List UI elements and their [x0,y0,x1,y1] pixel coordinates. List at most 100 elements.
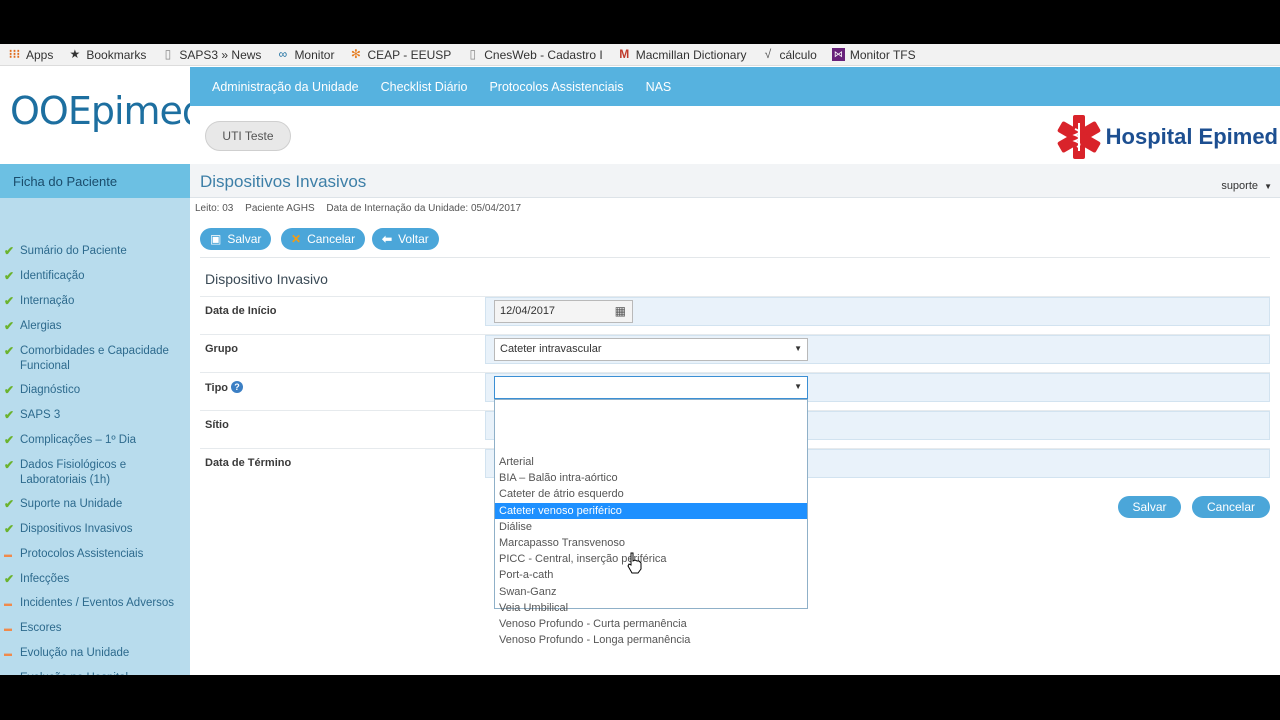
sidebar-item-label: Identificação [20,270,85,282]
cancel-button[interactable]: ✕ Cancelar [281,228,366,250]
sidebar-item[interactable]: ▬ Evolução na Unidade [4,646,188,661]
check-icon: ✔ [4,497,15,511]
sidebar-item[interactable]: ▬Evolução no Hospital [4,671,188,675]
sidebar-item-label: Complicações – 1º Dia [20,434,137,446]
dropdown-option[interactable]: Cateter de átrio esquerdo [495,486,807,502]
sidebar-item[interactable]: ▬ Escores [4,621,188,636]
type-label-text: Tipo [205,382,229,394]
browser-viewport: ⁝⁝⁝ Apps ★ Bookmarks ▯ SAPS3 » News ∞ Monito… [0,44,1280,675]
sidebar-item-label: Alergias [20,320,62,332]
bookmark-label: cálculo [779,47,817,62]
apps-grid-icon: ⁝⁝⁝ [8,47,21,61]
check-icon: ✔ [4,433,15,447]
star-icon: ★ [69,47,81,61]
unit-row: UTI Teste Hospital Epimed [190,106,1280,164]
sidebar-item[interactable]: ✔ Comorbidades e Capacidade Funcional [4,344,188,374]
bookmark-monitor[interactable]: ∞ Monitor [276,47,335,62]
sidebar-item[interactable]: ▬ Protocolos Assistenciais [4,547,188,562]
save-button[interactable]: ▣ Salvar [200,228,272,250]
page-icon: ▯ [469,47,477,61]
user-menu[interactable]: suporte ▼ [1221,180,1272,192]
bookmark-calculo[interactable]: √ cálculo [761,47,817,62]
dropdown-option[interactable]: Port-a-cath [495,567,807,583]
pending-dash-icon: ▬ [4,649,12,658]
sidebar-item[interactable]: ✔ Infecções [4,572,188,587]
check-icon: ✔ [4,572,15,586]
dropdown-option[interactable]: PICC - Central, inserção periférica [495,551,807,567]
form-save-button[interactable]: Salvar [1118,496,1181,518]
nav-protocolos[interactable]: Protocolos Assistenciais [489,80,623,94]
bookmark-apps[interactable]: ⁝⁝⁝ Apps [8,47,54,62]
bookmark-cnesweb[interactable]: ▯ CnesWeb - Cadastro I [466,47,602,62]
unit-selector-button[interactable]: UTI Teste [205,121,291,151]
page-header: Dispositivos Invasivos suporte ▼ [190,164,1280,198]
bookmark-bookmarks[interactable]: ★ Bookmarks [68,48,146,62]
caret-down-icon: ▼ [1264,182,1272,191]
dropdown-option[interactable]: Diálise [495,519,807,535]
pending-dash-icon: ▬ [4,550,12,559]
bookmark-saps3[interactable]: ▯ SAPS3 » News [161,47,262,62]
bookmark-label: Monitor [294,47,335,62]
nav-checklist[interactable]: Checklist Diário [381,80,468,94]
sidebar-item[interactable]: ✔ SAPS 3 [4,408,188,423]
check-icon: ✔ [4,269,15,283]
sidebar-item[interactable]: ✔ Dados Fisiológicos e Laboratoriais (1h) [4,458,188,488]
bookmark-ceap[interactable]: ✻ CEAP - EEUSP [349,48,451,62]
bookmark-monitor-tfs[interactable]: ⋈ Monitor TFS [831,47,916,62]
start-date-label: Data de Início [205,305,277,317]
check-icon: ✔ [4,319,15,333]
start-date-value: 12/04/2017 [500,305,556,317]
hospital-name: Hospital Epimed [1105,124,1278,149]
start-date-input[interactable]: 12/04/2017 ▦ [494,300,633,323]
nav-nas[interactable]: NAS [646,80,672,94]
dropdown-option[interactable]: Swan-Ganz [495,584,807,600]
hand-cursor-icon [627,552,642,574]
bookmark-label: Macmillan Dictionary [635,47,747,62]
section-title: Dispositivo Invasivo [205,271,328,287]
sidebar-item[interactable]: ✔ Dispositivos Invasivos [4,522,188,537]
dropdown-option[interactable]: Marcapasso Transvenoso [495,535,807,551]
save-label: Salvar [227,232,262,246]
page-icon: ▯ [164,47,172,61]
sidebar-item[interactable]: ✔ Suporte na Unidade [4,497,188,512]
check-icon: ✔ [4,383,15,397]
type-select[interactable]: ▼ [494,376,808,399]
macmillan-icon: M [619,47,630,61]
bookmark-macmillan[interactable]: M Macmillan Dictionary [618,47,747,62]
sidebar-item[interactable]: ✔ Sumário do Paciente [4,244,188,259]
form-cancel-button[interactable]: Cancelar [1192,496,1270,518]
check-icon: ✔ [4,294,15,308]
group-select[interactable]: Cateter intravascular ▼ [494,338,808,361]
type-dropdown-list: Arterial BIA – Balão intra-aórtico Cateter… [494,399,808,646]
calendar-icon[interactable]: ▦ [615,301,626,321]
dropdown-option[interactable]: Venoso Profundo - Longa permanência [495,632,807,648]
dropdown-option[interactable]: Cateter venoso periférico [495,502,807,519]
sidebar-item-label: Evolução na Unidade [20,647,130,659]
site-label: Sítio [205,419,229,431]
bookmark-label: Monitor TFS [849,47,916,62]
help-icon[interactable]: ? [231,381,244,393]
sidebar-item-label: Escores [20,622,62,634]
sidebar-item-label: Internação [20,295,75,307]
cancel-label: Cancelar [307,232,356,246]
dropdown-option[interactable]: Veia Umbilical [495,600,807,616]
dropdown-option[interactable]: BIA – Balão intra-aórtico [495,470,807,486]
check-icon: ✔ [4,522,15,536]
sidebar-item[interactable]: ✔ Alergias [4,319,188,334]
arrow-left-icon: ⬅ [382,232,393,246]
sidebar-item-label: Protocolos Assistenciais [20,548,144,560]
sidebar-item[interactable]: ✔ Diagnóstico [4,383,188,398]
check-icon: ✔ [4,408,15,422]
epimed-logo[interactable]: OOEpimed [10,89,206,133]
dropdown-option[interactable]: Venoso Profundo - Curta permanência [495,616,807,632]
sidebar: Ficha do Paciente ✔ Sumário do Paciente ✔ I… [0,164,190,675]
sidebar-item[interactable]: ▬ Incidentes / Eventos Adversos [4,596,188,611]
sidebar-item[interactable]: ✔ Identificação [4,269,188,284]
pending-dash-icon: ▬ [4,624,12,633]
back-button[interactable]: ⬅ Voltar [372,228,439,250]
top-nav: Administração da Unidade Checklist Diári… [190,67,1280,106]
dropdown-option[interactable]: Arterial [495,454,807,470]
nav-administracao[interactable]: Administração da Unidade [212,80,359,94]
sidebar-item[interactable]: ✔ Complicações – 1º Dia [4,433,188,448]
sidebar-item[interactable]: ✔ Internação [4,294,188,309]
